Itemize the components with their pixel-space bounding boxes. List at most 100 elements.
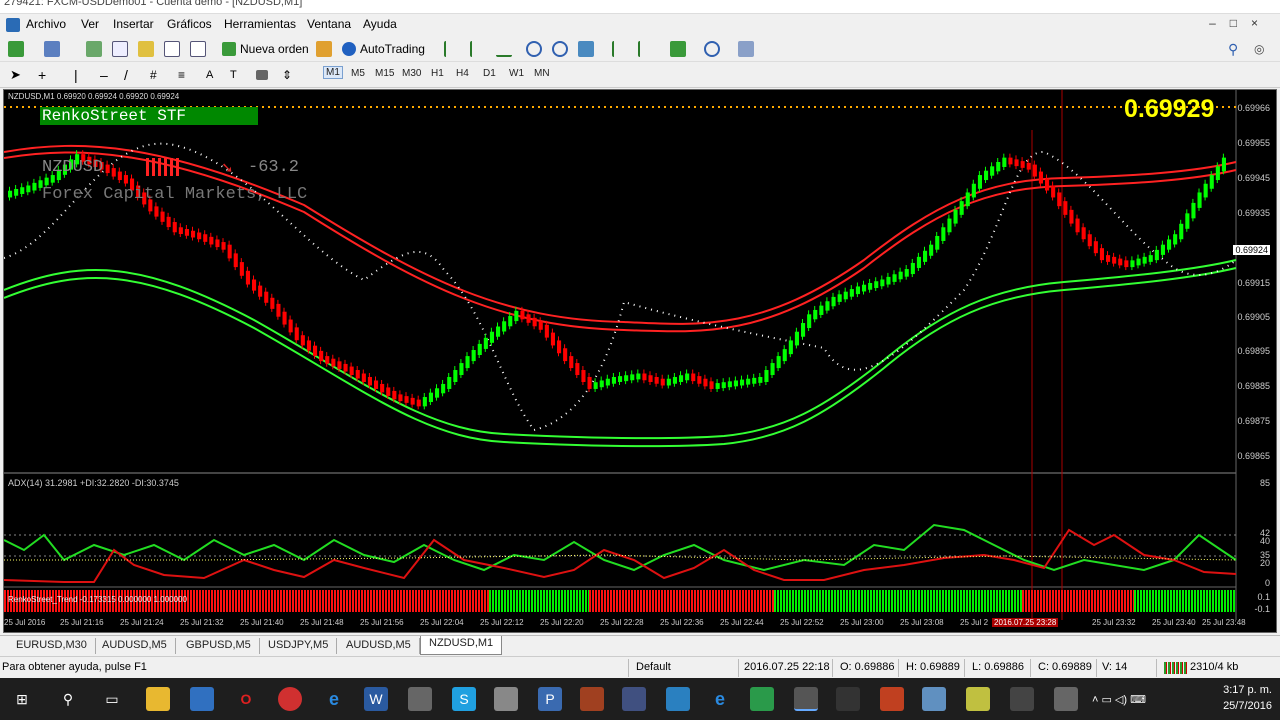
line-chart-icon[interactable] bbox=[496, 41, 512, 57]
indicators-icon[interactable] bbox=[670, 41, 686, 57]
fibonacci-icon[interactable]: ≡ bbox=[178, 68, 185, 82]
app-icon-11[interactable] bbox=[922, 687, 946, 711]
zoom-out-icon[interactable] bbox=[552, 41, 568, 57]
tile-windows-icon[interactable] bbox=[578, 41, 594, 57]
shapes-icon[interactable] bbox=[256, 70, 268, 80]
search-taskbar-icon[interactable]: ⚲ bbox=[56, 687, 80, 711]
arrows-icon[interactable]: ⇕ bbox=[282, 68, 292, 82]
chat-icon[interactable]: ◎ bbox=[1254, 42, 1264, 56]
windows-start-icon[interactable]: ⊞ bbox=[10, 687, 34, 711]
chrome-icon[interactable] bbox=[278, 687, 302, 711]
app-icon-3[interactable] bbox=[494, 687, 518, 711]
candle bbox=[843, 291, 848, 300]
text-icon[interactable]: A bbox=[206, 69, 213, 81]
metatrader-taskbar-icon[interactable] bbox=[794, 687, 818, 711]
file-explorer-icon[interactable] bbox=[146, 687, 170, 711]
taskbar-clock[interactable]: 3:17 p. m. 25/7/2016 bbox=[1223, 682, 1272, 714]
tf-d1[interactable]: D1 bbox=[483, 68, 496, 79]
text-label-icon[interactable]: T bbox=[230, 69, 237, 81]
photos-icon[interactable] bbox=[1054, 687, 1078, 711]
auto-scroll-icon[interactable] bbox=[612, 41, 628, 57]
chart-tabs: EURUSD,M30 AUDUSD,M5 GBPUSD,M5 USDJPY,M5… bbox=[0, 635, 1280, 655]
price-tick: 0.69875 bbox=[1237, 416, 1270, 426]
profiles-icon[interactable] bbox=[44, 41, 60, 57]
candlestick-icon[interactable] bbox=[470, 41, 486, 57]
window-controls[interactable]: –□× bbox=[1209, 16, 1272, 30]
ie-icon[interactable]: e bbox=[708, 687, 732, 711]
zoom-in-icon[interactable] bbox=[526, 41, 542, 57]
tab-gbpusd-m5[interactable]: GBPUSD,M5 bbox=[178, 638, 260, 654]
tf-h4[interactable]: H4 bbox=[456, 68, 469, 79]
tab-audusd-m5-2[interactable]: AUDUSD,M5 bbox=[338, 638, 420, 654]
tf-m15[interactable]: M15 bbox=[375, 68, 394, 79]
cursor-icon[interactable]: ➤ bbox=[10, 67, 21, 83]
menu-ayuda[interactable]: Ayuda bbox=[363, 17, 397, 31]
tab-nzdusd-m1[interactable]: NZDUSD,M1 bbox=[420, 636, 503, 655]
profile-name[interactable]: Default bbox=[636, 661, 671, 673]
app-icon-10[interactable] bbox=[880, 687, 904, 711]
chart-window[interactable]: NZDUSD,M1 0.69920 0.69924 0.69920 0.6992… bbox=[3, 89, 1277, 633]
chart-shift-icon[interactable] bbox=[638, 41, 654, 57]
trendline-icon[interactable]: / bbox=[124, 67, 128, 83]
trend-bar bbox=[507, 590, 509, 612]
opera-icon[interactable]: O bbox=[234, 687, 258, 711]
menu-herramientas[interactable]: Herramientas bbox=[224, 17, 296, 31]
bar-chart-icon[interactable] bbox=[444, 41, 460, 57]
tab-eurusd-m30[interactable]: EURUSD,M30 bbox=[8, 638, 96, 654]
trend-tick: -0.1 bbox=[1254, 604, 1270, 614]
trend-bar bbox=[516, 590, 518, 612]
crosshair-icon[interactable]: + bbox=[38, 67, 46, 83]
task-view-icon[interactable]: ▭ bbox=[100, 687, 124, 711]
system-tray[interactable]: ˄ ▭ ◁) ⌨ bbox=[1092, 687, 1172, 711]
chart-canvas[interactable] bbox=[4, 90, 1278, 634]
menu-insertar[interactable]: Insertar bbox=[113, 17, 154, 31]
metaeditor-icon[interactable] bbox=[316, 41, 332, 57]
app-icon-12[interactable] bbox=[966, 687, 990, 711]
app-icon-7[interactable] bbox=[666, 687, 690, 711]
menu-archivo[interactable]: Archivo bbox=[26, 17, 66, 31]
app-icon-8[interactable] bbox=[750, 687, 774, 711]
skype-icon[interactable]: S bbox=[452, 687, 476, 711]
menu-ver[interactable]: Ver bbox=[81, 17, 99, 31]
app-icon-5[interactable] bbox=[580, 687, 604, 711]
calculator-icon[interactable] bbox=[408, 687, 432, 711]
new-order-button[interactable]: Nueva orden bbox=[222, 40, 309, 58]
app-icon-6[interactable] bbox=[622, 687, 646, 711]
tf-w1[interactable]: W1 bbox=[509, 68, 524, 79]
navigator-icon[interactable] bbox=[138, 41, 154, 57]
app-icon-4[interactable]: P bbox=[538, 687, 562, 711]
tf-mn[interactable]: MN bbox=[534, 68, 550, 79]
new-chart-icon[interactable] bbox=[8, 41, 24, 57]
menu-ventana[interactable]: Ventana bbox=[307, 17, 351, 31]
app-icon-13[interactable] bbox=[1010, 687, 1034, 711]
candle bbox=[764, 370, 769, 382]
strategy-tester-icon[interactable] bbox=[190, 41, 206, 57]
search-icon[interactable]: ⚲ bbox=[1228, 41, 1238, 58]
data-window-icon[interactable] bbox=[112, 41, 128, 57]
periods-icon[interactable] bbox=[704, 41, 720, 57]
app-icon-9[interactable] bbox=[836, 687, 860, 711]
connection-status-icon[interactable] bbox=[1164, 662, 1188, 674]
candle bbox=[14, 188, 19, 196]
tf-m1[interactable]: M1 bbox=[323, 66, 343, 79]
tab-usdjpy-m5[interactable]: USDJPY,M5 bbox=[260, 638, 338, 654]
tab-audusd-m5[interactable]: AUDUSD,M5 bbox=[94, 638, 176, 654]
terminal-icon[interactable] bbox=[164, 41, 180, 57]
tf-m30[interactable]: M30 bbox=[402, 68, 421, 79]
trend-bar bbox=[481, 590, 483, 612]
equidistant-channel-icon[interactable]: # bbox=[150, 68, 157, 82]
market-watch-icon[interactable] bbox=[86, 41, 102, 57]
templates-icon[interactable] bbox=[738, 41, 754, 57]
vertical-line-icon[interactable]: | bbox=[74, 67, 78, 83]
app-icon-2[interactable] bbox=[190, 687, 214, 711]
menu-graficos[interactable]: Gráficos bbox=[167, 17, 212, 31]
status-low: L: 0.69886 bbox=[972, 661, 1024, 673]
autotrading-button[interactable]: AutoTrading bbox=[342, 40, 425, 58]
tf-m5[interactable]: M5 bbox=[351, 68, 365, 79]
tf-h1[interactable]: H1 bbox=[431, 68, 444, 79]
app-icon[interactable] bbox=[6, 18, 20, 32]
word-icon[interactable]: W bbox=[364, 687, 388, 711]
trend-bar bbox=[196, 590, 198, 612]
horizontal-line-icon[interactable]: – bbox=[100, 67, 108, 83]
edge-icon[interactable]: e bbox=[322, 687, 346, 711]
